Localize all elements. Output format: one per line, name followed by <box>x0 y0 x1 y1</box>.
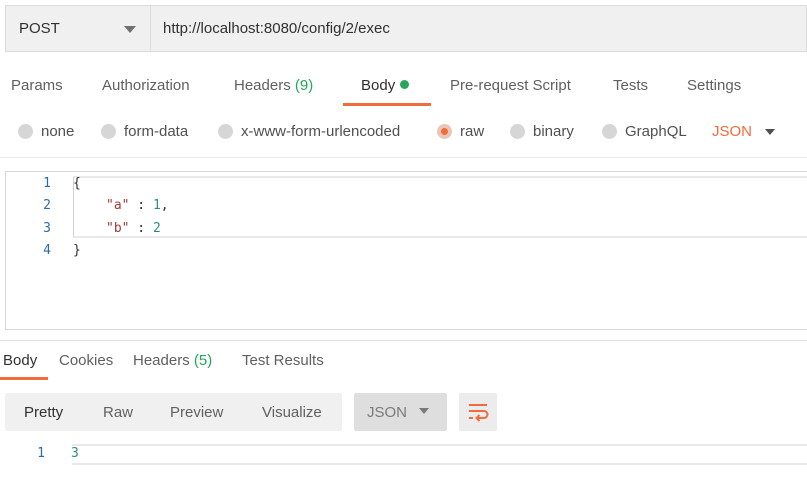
code-line: } <box>73 243 81 258</box>
radio-urlencoded-label: x-www-form-urlencoded <box>241 123 401 140</box>
response-tab-headers[interactable]: Headers (5) <box>133 352 212 369</box>
json-value: 2 <box>152 221 161 236</box>
modified-dot-icon <box>400 80 410 89</box>
view-preview-button[interactable]: Preview <box>170 404 223 421</box>
response-tab-cookies[interactable]: Cookies <box>59 352 113 369</box>
json-value: 1 <box>152 198 161 213</box>
wrap-lines-button[interactable] <box>459 393 497 431</box>
radio-urlencoded[interactable]: x-www-form-urlencoded <box>218 123 400 140</box>
radio-circle-icon <box>101 124 116 139</box>
tab-headers-count: (9) <box>294 77 314 94</box>
response-view-group: Pretty Raw Preview Visualize <box>5 393 342 431</box>
response-format-select[interactable]: JSON <box>354 393 447 431</box>
response-tab-headers-label: Headers <box>133 352 190 369</box>
radio-circle-icon <box>602 124 617 139</box>
active-tab-indicator <box>343 103 431 106</box>
view-pretty-button[interactable]: Pretty <box>24 404 63 421</box>
wrap-lines-icon <box>469 404 489 422</box>
json-key: "b" <box>106 221 130 236</box>
code-line: { <box>73 176 81 191</box>
tab-body[interactable]: Body <box>361 77 410 94</box>
tab-settings[interactable]: Settings <box>687 77 741 94</box>
radio-binary[interactable]: binary <box>510 123 574 140</box>
url-input[interactable]: http://localhost:8080/config/2/exec <box>150 5 807 52</box>
response-line-highlight <box>72 444 807 465</box>
request-body-editor[interactable]: 1 2 3 4 { "a" : 1, "b" : 2 } <box>5 171 807 330</box>
request-tabs: Params Authorization Headers (9) Body Pr… <box>0 66 807 108</box>
response-body-content[interactable]: 3 <box>71 446 79 461</box>
json-separator: : <box>129 221 153 236</box>
radio-selected-icon <box>437 124 452 139</box>
radio-graphql[interactable]: GraphQL <box>602 123 687 140</box>
divider <box>0 157 807 158</box>
tab-headers-label: Headers <box>234 77 291 94</box>
chevron-down-icon <box>124 26 136 33</box>
method-label: POST <box>19 20 60 37</box>
tab-body-label: Body <box>361 77 396 94</box>
radio-form-data[interactable]: form-data <box>101 123 188 140</box>
radio-none-label: none <box>41 123 75 140</box>
tab-pre-request-script[interactable]: Pre-request Script <box>450 77 571 94</box>
radio-graphql-label: GraphQL <box>625 123 687 140</box>
response-tab-test-results[interactable]: Test Results <box>242 352 324 369</box>
active-response-tab-indicator <box>0 377 48 380</box>
line-number: 1 <box>37 446 45 461</box>
language-select[interactable]: JSON <box>712 123 752 140</box>
tab-authorization[interactable]: Authorization <box>102 77 190 94</box>
radio-raw[interactable]: raw <box>437 123 484 140</box>
json-key: "a" <box>106 198 130 213</box>
view-visualize-button[interactable]: Visualize <box>262 404 322 421</box>
tab-tests[interactable]: Tests <box>613 77 648 94</box>
line-number: 1 <box>43 176 51 191</box>
radio-circle-icon <box>510 124 525 139</box>
divider <box>0 340 807 341</box>
radio-raw-label: raw <box>460 123 485 140</box>
tab-params[interactable]: Params <box>11 77 63 94</box>
radio-circle-icon <box>18 124 33 139</box>
line-number: 2 <box>43 198 51 213</box>
method-select[interactable]: POST <box>5 5 150 52</box>
line-number: 3 <box>43 221 51 236</box>
response-format-label: JSON <box>367 404 408 421</box>
chevron-down-icon[interactable] <box>765 129 775 135</box>
tab-headers[interactable]: Headers (9) <box>234 77 313 94</box>
bracket-match-highlight <box>73 176 807 238</box>
response-tab-body[interactable]: Body <box>3 352 37 369</box>
json-separator: : <box>129 198 153 213</box>
code-line: "b" : 2 <box>106 221 161 236</box>
view-raw-button[interactable]: Raw <box>103 404 133 421</box>
radio-binary-label: binary <box>533 123 574 140</box>
radio-none[interactable]: none <box>18 123 74 140</box>
body-type-radios: none form-data x-www-form-urlencoded raw… <box>0 118 807 148</box>
line-number: 4 <box>43 243 51 258</box>
radio-form-data-label: form-data <box>124 123 189 140</box>
json-comma: , <box>160 198 169 213</box>
response-tab-headers-count: (5) <box>193 352 213 369</box>
url-text: http://localhost:8080/config/2/exec <box>163 20 390 37</box>
chevron-down-icon[interactable] <box>419 408 429 414</box>
code-line: "a" : 1, <box>106 198 169 213</box>
radio-circle-icon <box>218 124 233 139</box>
